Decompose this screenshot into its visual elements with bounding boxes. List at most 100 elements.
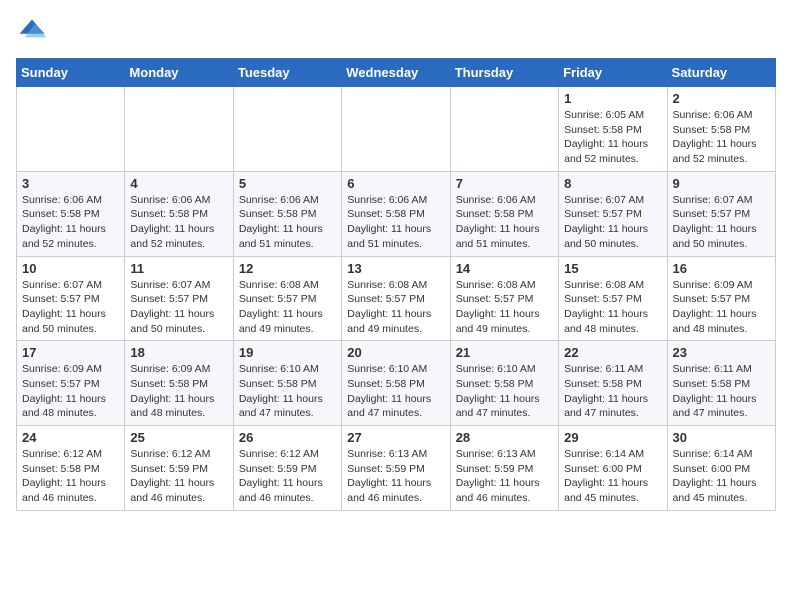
day-info: Sunrise: 6:11 AM Sunset: 5:58 PM Dayligh…: [673, 362, 770, 421]
calendar-header-thursday: Thursday: [450, 59, 558, 87]
calendar-cell: 9 Sunrise: 6:07 AM Sunset: 5:57 PM Daylig…: [667, 171, 775, 256]
day-number: 21: [456, 345, 553, 360]
page-header: [16, 16, 776, 48]
day-info: Sunrise: 6:05 AM Sunset: 5:58 PM Dayligh…: [564, 108, 661, 167]
calendar-cell: [342, 87, 450, 172]
day-number: 8: [564, 176, 661, 191]
day-number: 27: [347, 430, 444, 445]
day-number: 1: [564, 91, 661, 106]
day-number: 16: [673, 261, 770, 276]
day-number: 14: [456, 261, 553, 276]
calendar-cell: 29Sunrise: 6:14 AM Sunset: 6:00 PM Dayli…: [559, 426, 667, 511]
day-info: Sunrise: 6:10 AM Sunset: 5:58 PM Dayligh…: [239, 362, 336, 421]
day-number: 19: [239, 345, 336, 360]
day-info: Sunrise: 6:13 AM Sunset: 5:59 PM Dayligh…: [347, 447, 444, 506]
calendar-header-friday: Friday: [559, 59, 667, 87]
calendar-cell: 2Sunrise: 6:06 AM Sunset: 5:58 PM Daylig…: [667, 87, 775, 172]
calendar-cell: 5 Sunrise: 6:06 AM Sunset: 5:58 PM Daylig…: [233, 171, 341, 256]
calendar-cell: 18Sunrise: 6:09 AM Sunset: 5:58 PM Dayli…: [125, 341, 233, 426]
day-info: Sunrise: 6:08 AM Sunset: 5:57 PM Dayligh…: [456, 278, 553, 337]
calendar-cell: 3Sunrise: 6:06 AM Sunset: 5:58 PM Daylig…: [17, 171, 125, 256]
day-number: 24: [22, 430, 119, 445]
day-info: Sunrise: 6:09 AM Sunset: 5:57 PM Dayligh…: [22, 362, 119, 421]
day-info: Sunrise: 6:06 AM Sunset: 5:58 PM Dayligh…: [239, 193, 336, 252]
day-info: Sunrise: 6:12 AM Sunset: 5:58 PM Dayligh…: [22, 447, 119, 506]
day-info: Sunrise: 6:07 AM Sunset: 5:57 PM Dayligh…: [22, 278, 119, 337]
calendar-cell: 26 Sunrise: 6:12 AM Sunset: 5:59 PM Dayli…: [233, 426, 341, 511]
calendar-cell: 13 Sunrise: 6:08 AM Sunset: 5:57 PM Dayli…: [342, 256, 450, 341]
calendar-cell: 10 Sunrise: 6:07 AM Sunset: 5:57 PM Dayli…: [17, 256, 125, 341]
day-number: 26: [239, 430, 336, 445]
day-number: 13: [347, 261, 444, 276]
calendar-cell: [233, 87, 341, 172]
day-info: Sunrise: 6:06 AM Sunset: 5:58 PM Dayligh…: [673, 108, 770, 167]
calendar-header-tuesday: Tuesday: [233, 59, 341, 87]
day-number: 20: [347, 345, 444, 360]
calendar-cell: 28 Sunrise: 6:13 AM Sunset: 5:59 PM Dayli…: [450, 426, 558, 511]
calendar-header-saturday: Saturday: [667, 59, 775, 87]
day-number: 10: [22, 261, 119, 276]
calendar-cell: [450, 87, 558, 172]
day-number: 3: [22, 176, 119, 191]
calendar-header-sunday: Sunday: [17, 59, 125, 87]
calendar-cell: 7 Sunrise: 6:06 AM Sunset: 5:58 PM Daylig…: [450, 171, 558, 256]
day-number: 9: [673, 176, 770, 191]
calendar-cell: 27 Sunrise: 6:13 AM Sunset: 5:59 PM Dayli…: [342, 426, 450, 511]
day-info: Sunrise: 6:10 AM Sunset: 5:58 PM Dayligh…: [347, 362, 444, 421]
calendar-cell: 16 Sunrise: 6:09 AM Sunset: 5:57 PM Dayli…: [667, 256, 775, 341]
calendar-cell: 1 Sunrise: 6:05 AM Sunset: 5:58 PM Daylig…: [559, 87, 667, 172]
calendar-cell: 4 Sunrise: 6:06 AM Sunset: 5:58 PM Daylig…: [125, 171, 233, 256]
day-number: 22: [564, 345, 661, 360]
day-number: 18: [130, 345, 227, 360]
day-info: Sunrise: 6:06 AM Sunset: 5:58 PM Dayligh…: [130, 193, 227, 252]
calendar-cell: 21 Sunrise: 6:10 AM Sunset: 5:58 PM Dayli…: [450, 341, 558, 426]
day-number: 28: [456, 430, 553, 445]
calendar-cell: [17, 87, 125, 172]
day-number: 12: [239, 261, 336, 276]
calendar-cell: 11 Sunrise: 6:07 AM Sunset: 5:57 PM Dayli…: [125, 256, 233, 341]
day-number: 7: [456, 176, 553, 191]
day-info: Sunrise: 6:08 AM Sunset: 5:57 PM Dayligh…: [347, 278, 444, 337]
calendar-cell: 8Sunrise: 6:07 AM Sunset: 5:57 PM Daylig…: [559, 171, 667, 256]
calendar-cell: 24 Sunrise: 6:12 AM Sunset: 5:58 PM Dayli…: [17, 426, 125, 511]
day-info: Sunrise: 6:10 AM Sunset: 5:58 PM Dayligh…: [456, 362, 553, 421]
day-info: Sunrise: 6:09 AM Sunset: 5:57 PM Dayligh…: [673, 278, 770, 337]
logo: [16, 16, 52, 48]
calendar-cell: [125, 87, 233, 172]
calendar-week-row: 3 Sunrise: 6:06 AM Sunset: 5:58 PM Daylig…: [17, 171, 776, 256]
day-info: Sunrise: 6:08 AM Sunset: 5:57 PM Dayligh…: [239, 278, 336, 337]
day-number: 11: [130, 261, 227, 276]
calendar-cell: 12 Sunrise: 6:08 AM Sunset: 5:57 PM Dayli…: [233, 256, 341, 341]
day-number: 29: [564, 430, 661, 445]
calendar-week-row: 24 Sunrise: 6:12 AM Sunset: 5:58 PM Dayli…: [17, 426, 776, 511]
calendar-cell: 20 Sunrise: 6:10 AM Sunset: 5:58 PM Dayli…: [342, 341, 450, 426]
day-info: Sunrise: 6:11 AM Sunset: 5:58 PM Dayligh…: [564, 362, 661, 421]
day-info: Sunrise: 6:06 AM Sunset: 5:58 PM Dayligh…: [456, 193, 553, 252]
day-info: Sunrise: 6:07 AM Sunset: 5:57 PM Dayligh…: [673, 193, 770, 252]
day-number: 17: [22, 345, 119, 360]
day-info: Sunrise: 6:12 AM Sunset: 5:59 PM Dayligh…: [239, 447, 336, 506]
calendar-cell: 17 Sunrise: 6:09 AM Sunset: 5:57 PM Dayli…: [17, 341, 125, 426]
calendar-cell: 6 Sunrise: 6:06 AM Sunset: 5:58 PM Daylig…: [342, 171, 450, 256]
calendar-cell: 14 Sunrise: 6:08 AM Sunset: 5:57 PM Dayli…: [450, 256, 558, 341]
calendar-cell: 25Sunrise: 6:12 AM Sunset: 5:59 PM Dayli…: [125, 426, 233, 511]
day-info: Sunrise: 6:12 AM Sunset: 5:59 PM Dayligh…: [130, 447, 227, 506]
calendar-cell: 15Sunrise: 6:08 AM Sunset: 5:57 PM Dayli…: [559, 256, 667, 341]
calendar-week-row: 10 Sunrise: 6:07 AM Sunset: 5:57 PM Dayli…: [17, 256, 776, 341]
calendar-header-monday: Monday: [125, 59, 233, 87]
day-info: Sunrise: 6:07 AM Sunset: 5:57 PM Dayligh…: [130, 278, 227, 337]
calendar-header-row: SundayMondayTuesdayWednesdayThursdayFrid…: [17, 59, 776, 87]
calendar-week-row: 17 Sunrise: 6:09 AM Sunset: 5:57 PM Dayli…: [17, 341, 776, 426]
day-number: 5: [239, 176, 336, 191]
calendar-table: SundayMondayTuesdayWednesdayThursdayFrid…: [16, 58, 776, 511]
day-number: 6: [347, 176, 444, 191]
day-info: Sunrise: 6:13 AM Sunset: 5:59 PM Dayligh…: [456, 447, 553, 506]
logo-icon: [16, 16, 48, 48]
calendar-cell: 30Sunrise: 6:14 AM Sunset: 6:00 PM Dayli…: [667, 426, 775, 511]
day-info: Sunrise: 6:14 AM Sunset: 6:00 PM Dayligh…: [673, 447, 770, 506]
day-info: Sunrise: 6:06 AM Sunset: 5:58 PM Dayligh…: [347, 193, 444, 252]
day-number: 4: [130, 176, 227, 191]
calendar-cell: 23 Sunrise: 6:11 AM Sunset: 5:58 PM Dayli…: [667, 341, 775, 426]
day-number: 23: [673, 345, 770, 360]
calendar-cell: 22 Sunrise: 6:11 AM Sunset: 5:58 PM Dayli…: [559, 341, 667, 426]
